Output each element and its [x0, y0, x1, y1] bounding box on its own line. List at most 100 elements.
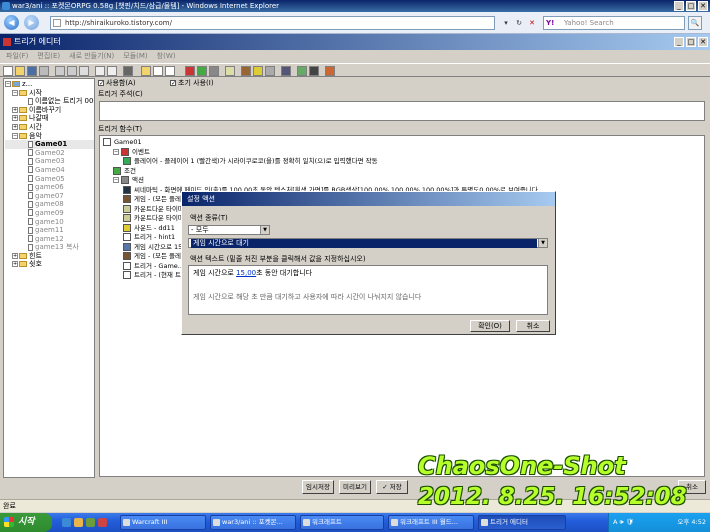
tree-item[interactable]: game13 복사 [5, 243, 94, 252]
new-condition-icon[interactable] [197, 66, 207, 76]
menu-new[interactable]: 새로 만들기(N) [69, 50, 114, 62]
tree-item[interactable]: Game03 [5, 157, 94, 166]
duration-link[interactable]: 15,00 [236, 269, 256, 277]
start-button[interactable]: 시작 [0, 513, 52, 532]
tree-item[interactable]: 이름없는 트리거 006 [5, 97, 94, 106]
expand-icon[interactable]: + [12, 106, 18, 113]
menu-edit[interactable]: 편집(E) [37, 50, 60, 62]
object-icon[interactable] [265, 66, 275, 76]
expand-icon[interactable]: + [12, 261, 18, 268]
menu-window[interactable]: 창(W) [157, 50, 176, 62]
tree-item[interactable]: Game02 [5, 149, 94, 158]
collapse-icon[interactable]: − [12, 89, 18, 96]
new-icon[interactable] [3, 66, 13, 76]
trigger-tree[interactable]: − z... − 시작 이름없는 트리거 006 + 이름바꾸기 + 나갈때 + 시간 − 음악 Game… [3, 78, 95, 478]
import-icon[interactable] [309, 66, 319, 76]
enabled-checkbox[interactable]: ✓ [98, 80, 104, 87]
ie-quicklaunch-icon[interactable] [62, 518, 71, 527]
function-row[interactable]: − 이벤트 [103, 147, 701, 158]
paste-icon[interactable] [67, 66, 77, 76]
tree-item[interactable]: game10 [5, 218, 94, 227]
cut-icon[interactable] [39, 66, 49, 76]
editor-maximize-button[interactable]: □ [686, 37, 696, 47]
maximize-button[interactable]: □ [686, 1, 696, 11]
tree-item[interactable]: Game05 [5, 175, 94, 184]
app-quicklaunch-icon[interactable] [98, 518, 107, 527]
test-map-icon[interactable] [325, 66, 335, 76]
ai-icon[interactable] [281, 66, 291, 76]
menu-file[interactable]: 파일(F) [6, 50, 28, 62]
category-dropdown[interactable]: - 모두 ▼ [188, 225, 270, 235]
redo-icon[interactable] [107, 66, 117, 76]
action-dropdown[interactable]: 게임 시간으로 대기 ▼ [188, 238, 548, 248]
save-icon[interactable] [27, 66, 37, 76]
campaign-icon[interactable] [297, 66, 307, 76]
expand-icon[interactable]: + [12, 123, 18, 130]
new-comment-icon[interactable] [165, 66, 175, 76]
tree-item[interactable]: gaem11 [5, 226, 94, 235]
preview-button[interactable]: 미리보기 [339, 480, 371, 494]
minimize-button[interactable]: _ [674, 1, 684, 11]
tree-item[interactable]: game09 [5, 209, 94, 218]
new-event-icon[interactable] [185, 66, 195, 76]
open-icon[interactable] [15, 66, 25, 76]
search-input[interactable]: Y! Yahoo! Search [543, 16, 685, 30]
taskbar-button[interactable]: 트리거 에디터 [478, 515, 566, 530]
media-quicklaunch-icon[interactable] [86, 518, 95, 527]
collapse-icon[interactable]: − [5, 81, 11, 87]
comment-textarea[interactable] [99, 101, 705, 121]
tool-icon[interactable] [123, 66, 133, 76]
tree-item[interactable]: − 음악 [5, 132, 94, 141]
stop-button[interactable]: ✕ [526, 16, 538, 30]
function-row[interactable]: Game01 [103, 138, 701, 148]
tree-item[interactable]: − 시작 [5, 89, 94, 98]
unit-icon[interactable] [241, 66, 251, 76]
collapse-icon[interactable]: − [12, 132, 18, 139]
refresh-button[interactable]: ↻ [513, 16, 525, 30]
new-trigger-icon[interactable] [153, 66, 163, 76]
save-button[interactable]: ✓ 저장 [376, 480, 408, 494]
editor-close-button[interactable]: ✕ [698, 37, 708, 47]
new-action-icon[interactable] [209, 66, 219, 76]
tree-item[interactable]: Game04 [5, 166, 94, 175]
temp-save-button[interactable]: 임시저장 [302, 480, 334, 494]
url-input[interactable]: http://shiraikuroko.tistory.com/ [50, 16, 495, 30]
search-button[interactable]: 🔍 [688, 16, 702, 30]
expand-icon[interactable]: + [12, 115, 18, 122]
tree-item[interactable]: + 이름바꾸기 [5, 106, 94, 115]
undo-icon[interactable] [95, 66, 105, 76]
tree-item[interactable]: Game01 [5, 140, 94, 149]
terrain-icon[interactable] [225, 66, 235, 76]
forward-button[interactable]: ▶ [24, 15, 39, 30]
compat-icon[interactable]: ▾ [500, 16, 512, 30]
explorer-quicklaunch-icon[interactable] [74, 518, 83, 527]
function-row[interactable]: 플레이어 - 플레이어 1 (빨간색)가 시라이쿠로코(을)를 정확히 일치(으… [103, 157, 701, 167]
new-category-icon[interactable] [141, 66, 151, 76]
tree-item[interactable]: + 시간 [5, 123, 94, 132]
taskbar-button[interactable]: 워크래프트 [300, 515, 384, 530]
sound-editor-icon[interactable] [253, 66, 263, 76]
back-button[interactable]: ◀ [4, 15, 19, 30]
function-row[interactable]: 조건 [103, 166, 701, 177]
tree-item[interactable]: game06 [5, 183, 94, 192]
tree-item[interactable]: game12 [5, 235, 94, 244]
tray-icons[interactable]: A 🕪 🛡 [613, 518, 634, 526]
expand-icon[interactable]: + [12, 252, 18, 259]
collapse-icon[interactable]: − [113, 177, 119, 183]
ok-button[interactable]: 확인(O) [470, 320, 510, 332]
menu-module[interactable]: 모듈(M) [123, 50, 147, 62]
tree-item[interactable]: + 나갈때 [5, 114, 94, 123]
tree-item[interactable]: game07 [5, 192, 94, 201]
function-row[interactable]: − 액션 [103, 176, 701, 186]
taskbar-button[interactable]: war3/ani :: 포켓몬... [210, 515, 296, 530]
tree-item[interactable]: + 쉿호 [5, 260, 94, 269]
tree-item[interactable]: + 힌트 [5, 252, 94, 261]
collapse-icon[interactable]: − [113, 148, 119, 155]
delete-icon[interactable] [79, 66, 89, 76]
tree-item[interactable]: − z... [5, 80, 94, 89]
copy-icon[interactable] [55, 66, 65, 76]
close-button[interactable]: ✕ [698, 1, 708, 11]
tree-item[interactable]: game08 [5, 200, 94, 209]
editor-minimize-button[interactable]: _ [674, 37, 684, 47]
dialog-cancel-button[interactable]: 취소 [516, 320, 550, 332]
